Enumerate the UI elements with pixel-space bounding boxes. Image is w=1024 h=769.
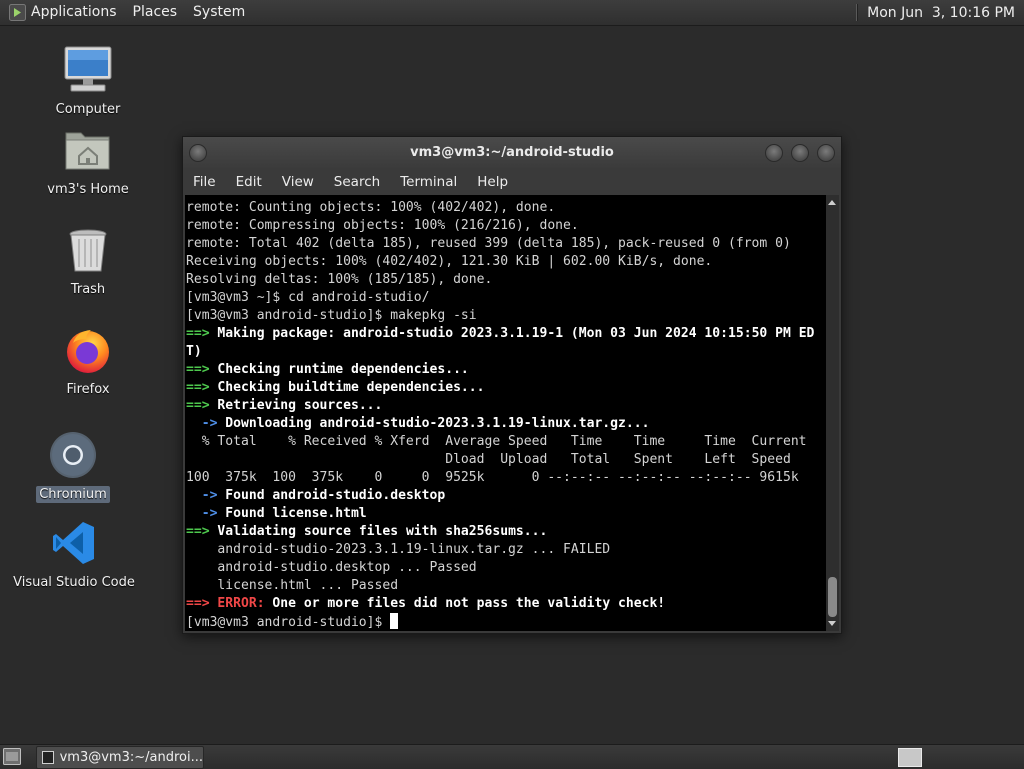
maximize-button[interactable] (791, 144, 809, 162)
menu-view[interactable]: View (272, 174, 324, 190)
terminal-output[interactable]: remote: Counting objects: 100% (402/402)… (185, 195, 826, 631)
taskbar-button-terminal[interactable]: vm3@vm3:~/androi... (36, 746, 204, 769)
terminal-menubar: File Edit View Search Terminal Help (183, 168, 841, 195)
desktop-icon-label: Computer (55, 102, 121, 117)
menu-search[interactable]: Search (324, 174, 390, 190)
vertical-scrollbar[interactable] (826, 195, 839, 631)
taskbar-button-label: vm3@vm3:~/androi... (59, 750, 203, 765)
scroll-up-arrow-icon[interactable] (828, 200, 836, 205)
terminal-lines: remote: Counting objects: 100% (402/402)… (186, 199, 814, 631)
close-button[interactable] (817, 144, 835, 162)
terminal-line: ==> Checking runtime dependencies... (186, 362, 469, 377)
terminal-line: T) (186, 344, 202, 359)
terminal-line: remote: Counting objects: 100% (402/402)… (186, 200, 556, 215)
window-titlebar[interactable]: vm3@vm3:~/android-studio (183, 137, 841, 168)
terminal-line: ==> ERROR: One or more files did not pas… (186, 596, 666, 611)
desktop-icon-trash[interactable]: Trash (23, 225, 153, 298)
terminal-line: -> Found android-studio.desktop (186, 488, 446, 503)
home-folder-icon (65, 132, 110, 170)
workspace-switcher[interactable] (898, 748, 922, 767)
system-menu[interactable]: System (185, 0, 253, 25)
terminal-line: ==> Validating source files with sha256s… (186, 524, 548, 539)
terminal-window[interactable]: vm3@vm3:~/android-studio File Edit View … (182, 136, 842, 634)
desktop-icon-vscode[interactable]: Visual Studio Code (9, 518, 139, 591)
scroll-down-arrow-icon[interactable] (828, 621, 836, 626)
desktop-icon-label: Visual Studio Code (13, 575, 135, 590)
bottom-panel: vm3@vm3:~/androi... (0, 744, 1024, 769)
window-menu-icon[interactable] (189, 144, 207, 162)
terminal-line: remote: Compressing objects: 100% (216/2… (186, 218, 579, 233)
terminal-line: % Total % Received % Xferd Average Speed… (186, 434, 807, 449)
menu-edit[interactable]: Edit (226, 174, 272, 190)
terminal-line: ==> Checking buildtime dependencies... (186, 380, 485, 395)
terminal-line: license.html ... Passed (186, 578, 399, 593)
places-menu[interactable]: Places (125, 0, 186, 25)
scroll-thumb[interactable] (828, 577, 837, 617)
desktop-icon-computer[interactable]: Computer (23, 45, 153, 118)
chromium-icon (50, 432, 96, 478)
vscode-icon (53, 522, 94, 564)
clock[interactable]: Mon Jun 3, 10:16 PM (867, 5, 1024, 21)
show-desktop-icon[interactable] (3, 748, 21, 765)
menu-terminal[interactable]: Terminal (390, 174, 467, 190)
top-panel: Applications Places System Mon Jun 3, 10… (0, 0, 1024, 26)
firefox-icon (67, 330, 109, 373)
terminal-line: Dload Upload Total Spent Left Speed (186, 452, 791, 467)
terminal-line: -> Found license.html (186, 506, 367, 521)
terminal-line: android-studio.desktop ... Passed (186, 560, 477, 575)
desktop-icon-label: vm3's Home (47, 182, 129, 197)
terminal-line: -> Downloading android-studio-2023.3.1.1… (186, 416, 650, 431)
window-title: vm3@vm3:~/android-studio (410, 145, 614, 160)
desktop-icon-label: Firefox (66, 382, 110, 397)
desktop-icon-label: Trash (70, 282, 106, 297)
terminal-cursor (390, 613, 399, 629)
desktop-icon-chromium[interactable]: Chromium (8, 430, 138, 503)
terminal-line: Receiving objects: 100% (402/402), 121.3… (186, 254, 713, 269)
minimize-button[interactable] (765, 144, 783, 162)
desktop-icon-firefox[interactable]: Firefox (23, 325, 153, 398)
terminal-line: Resolving deltas: 100% (185/185), done. (186, 272, 493, 287)
terminal-line: [vm3@vm3 android-studio]$ (186, 613, 814, 631)
trash-icon (69, 229, 107, 272)
menu-help[interactable]: Help (467, 174, 518, 190)
terminal-line: [vm3@vm3 android-studio]$ makepkg -si (186, 308, 477, 323)
terminal-icon (42, 751, 54, 764)
terminal-line: android-studio-2023.3.1.19-linux.tar.gz … (186, 542, 611, 557)
desktop-icon-home[interactable]: vm3's Home (23, 125, 153, 198)
desktop-icon-label: Chromium (36, 486, 110, 503)
panel-separator (856, 4, 858, 21)
applications-menu[interactable]: Applications (31, 0, 125, 25)
terminal-line: ==> Retrieving sources... (186, 398, 383, 413)
applications-menu-icon[interactable] (9, 4, 26, 21)
terminal-line: remote: Total 402 (delta 185), reused 39… (186, 236, 791, 251)
menu-file[interactable]: File (183, 174, 226, 190)
terminal-line: [vm3@vm3 ~]$ cd android-studio/ (186, 290, 430, 305)
terminal-line: ==> Making package: android-studio 2023.… (186, 326, 815, 341)
computer-icon (64, 46, 112, 92)
terminal-line: 100 375k 100 375k 0 0 9525k 0 --:--:-- -… (186, 470, 799, 485)
